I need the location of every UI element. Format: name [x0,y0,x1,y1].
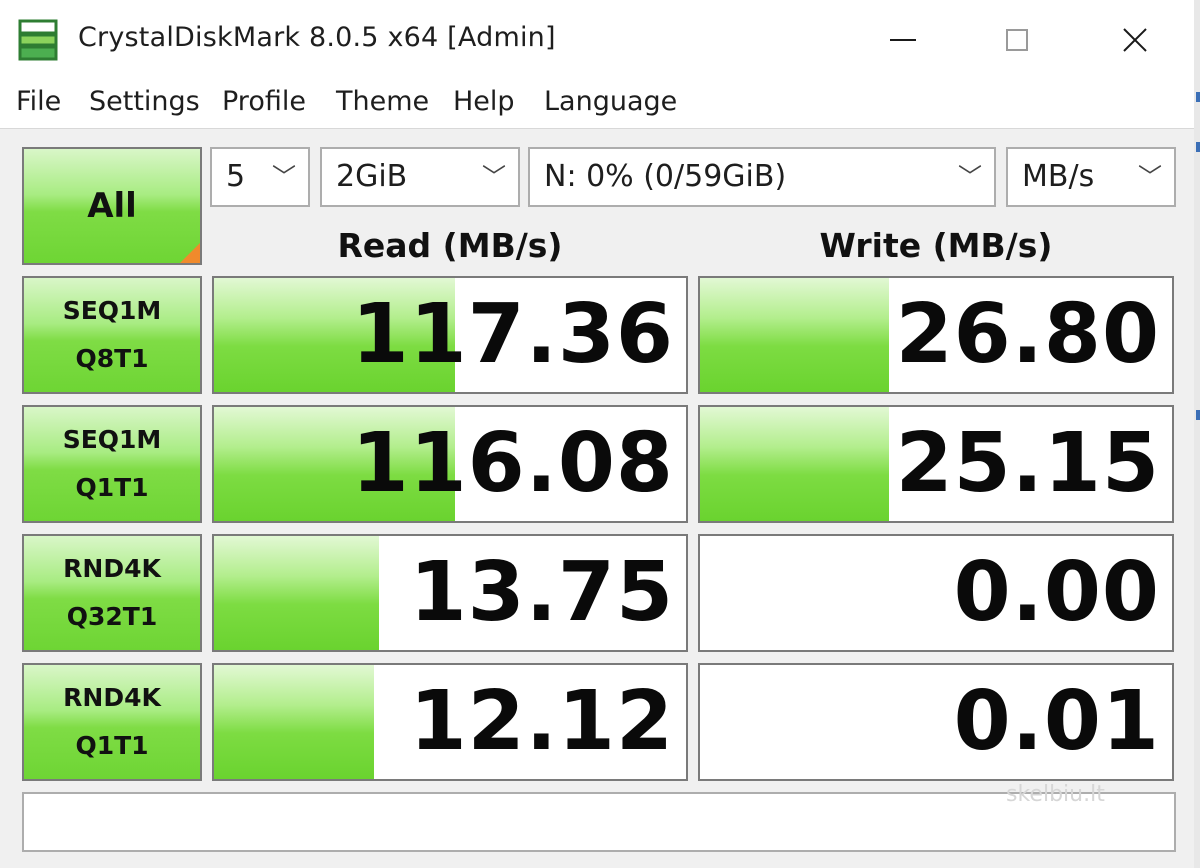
maximize-icon [1006,29,1028,51]
menu-profile[interactable]: Profile [222,86,306,117]
write-value: 25.15 [895,416,1160,511]
title-bar: CrystalDiskMark 8.0.5 x64 [Admin] [0,0,1194,82]
unit-value: MB/s [1022,159,1095,194]
app-disk-icon [18,19,58,61]
read-value: 12.12 [409,674,674,769]
read-value: 13.75 [409,545,674,640]
test-count-value: 5 [226,159,246,194]
test-name: RND4K [63,683,161,712]
test-button-rnd4k-q32t1[interactable]: RND4K Q32T1 [22,534,202,652]
read-bar [214,536,380,650]
menu-theme[interactable]: Theme [336,86,429,117]
minimize-icon [890,39,916,41]
chevron-down-icon: ﹀ [272,163,296,191]
write-result: 26.80 [698,276,1174,394]
read-value: 116.08 [351,416,674,511]
close-button[interactable] [1080,0,1190,80]
menu-settings[interactable]: Settings [89,86,200,117]
benchmark-panel: All 5 ﹀ 2GiB ﹀ N: 0% (0/59GiB) ﹀ MB/s ﹀ … [2,130,1192,868]
all-button[interactable]: All [22,147,202,265]
desktop-edge-mark [1196,142,1200,152]
menu-bar: File Settings Profile Theme Help Languag… [0,82,1194,129]
test-params: Q8T1 [75,344,149,373]
all-button-label: All [87,186,137,226]
read-result: 117.36 [212,276,688,394]
test-name: SEQ1M [62,425,162,454]
desktop-edge [1194,0,1200,868]
test-button-rnd4k-q1t1[interactable]: RND4K Q1T1 [22,663,202,781]
write-result: 0.01 [698,663,1174,781]
watermark: skelbiu.lt [1006,782,1105,807]
read-header: Read (MB/s) [337,226,563,265]
write-bar [700,407,889,521]
window-title: CrystalDiskMark 8.0.5 x64 [Admin] [78,22,556,53]
read-value: 117.36 [351,287,674,382]
unit-select[interactable]: MB/s ﹀ [1006,147,1176,207]
write-value: 26.80 [895,287,1160,382]
test-params: Q1T1 [75,473,149,502]
read-result: 12.12 [212,663,688,781]
menu-language[interactable]: Language [544,86,677,117]
write-value: 0.00 [953,545,1160,640]
test-button-seq1m-q8t1[interactable]: SEQ1M Q8T1 [22,276,202,394]
minimize-button[interactable] [848,0,958,80]
menu-file[interactable]: File [16,86,61,117]
chevron-down-icon: ﹀ [1138,163,1162,191]
test-size-select[interactable]: 2GiB ﹀ [320,147,520,207]
read-bar [214,665,375,779]
write-result: 25.15 [698,405,1174,523]
app-window: CrystalDiskMark 8.0.5 x64 [Admin] File S… [0,0,1196,868]
test-size-value: 2GiB [336,159,408,194]
read-result: 116.08 [212,405,688,523]
close-icon [1123,28,1147,52]
maximize-button[interactable] [962,0,1072,80]
corner-marker-icon [180,243,200,263]
write-result: 0.00 [698,534,1174,652]
drive-value: N: 0% (0/59GiB) [544,159,787,194]
test-name: SEQ1M [62,296,162,325]
menu-help[interactable]: Help [453,86,515,117]
comment-field[interactable] [22,792,1176,852]
write-header: Write (MB/s) [819,226,1053,265]
write-value: 0.01 [953,674,1160,769]
write-bar [700,278,889,392]
test-params: Q1T1 [75,731,149,760]
chevron-down-icon: ﹀ [958,163,982,191]
desktop-edge-mark [1196,92,1200,102]
test-count-select[interactable]: 5 ﹀ [210,147,310,207]
drive-select[interactable]: N: 0% (0/59GiB) ﹀ [528,147,996,207]
test-name: RND4K [63,554,161,583]
desktop-edge-mark [1196,410,1200,420]
read-result: 13.75 [212,534,688,652]
test-params: Q32T1 [66,602,158,631]
chevron-down-icon: ﹀ [482,163,506,191]
test-button-seq1m-q1t1[interactable]: SEQ1M Q1T1 [22,405,202,523]
